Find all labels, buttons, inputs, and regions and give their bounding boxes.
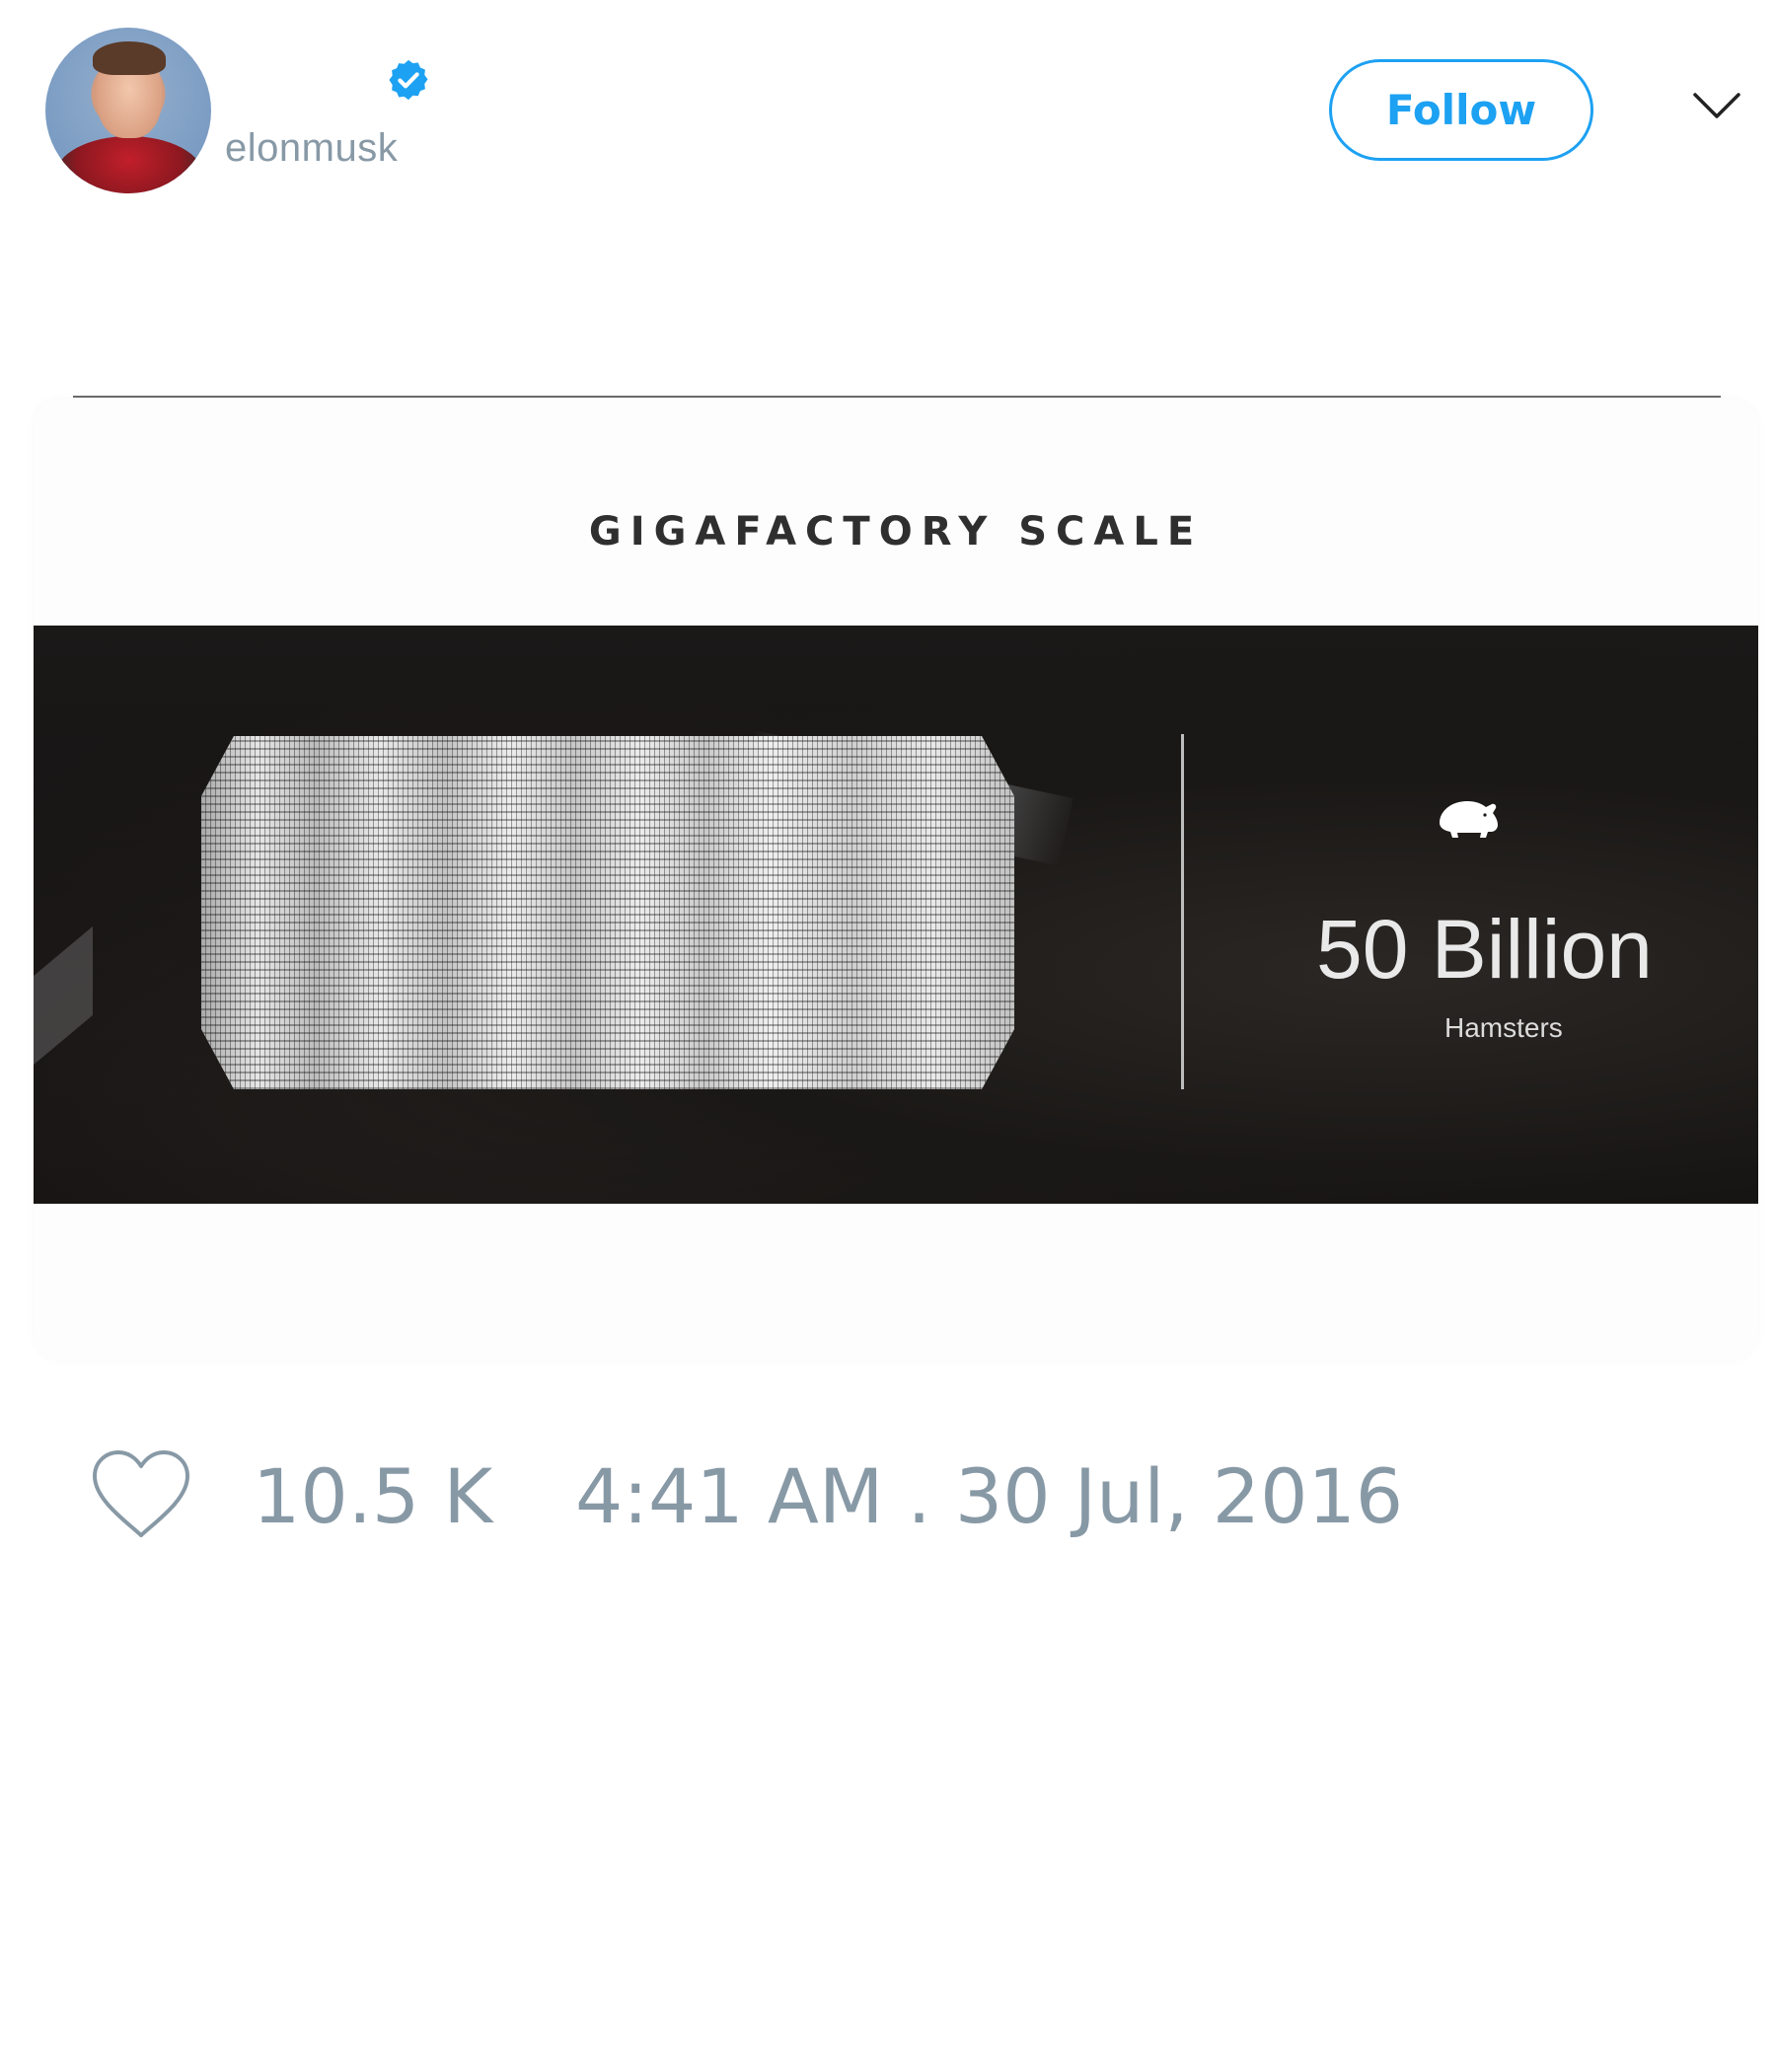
hamster-grid-graphic: [201, 736, 1014, 1089]
tweet-page: elonmusk Follow GIGAFACTORY SCALE 50 Bil…: [0, 0, 1776, 2072]
avatar-suit: [55, 136, 203, 193]
avatar-hair: [93, 41, 166, 75]
media-image: 50 Billion Hamsters: [34, 626, 1758, 1204]
divider: [73, 396, 1721, 398]
heart-icon[interactable]: [87, 1446, 195, 1541]
author-handle[interactable]: elonmusk: [225, 126, 398, 171]
stat-value: 50 Billion: [1316, 903, 1653, 996]
media-title: GIGAFACTORY SCALE: [588, 509, 1204, 555]
like-count: 10.5 K: [253, 1452, 493, 1540]
stat-label: Hamsters: [1444, 1012, 1563, 1043]
separator-line: [1181, 734, 1184, 1089]
tweet-media-card[interactable]: GIGAFACTORY SCALE 50 Billion Hamsters: [34, 399, 1758, 1360]
verified-badge-icon: [389, 59, 428, 101]
follow-button[interactable]: Follow: [1329, 59, 1593, 161]
avatar[interactable]: [45, 28, 211, 193]
tweet-timestamp[interactable]: 4:41 AM . 30 Jul, 2016: [575, 1452, 1403, 1540]
hamster-icon: [1440, 801, 1498, 838]
chevron-down-icon[interactable]: [1691, 89, 1742, 122]
